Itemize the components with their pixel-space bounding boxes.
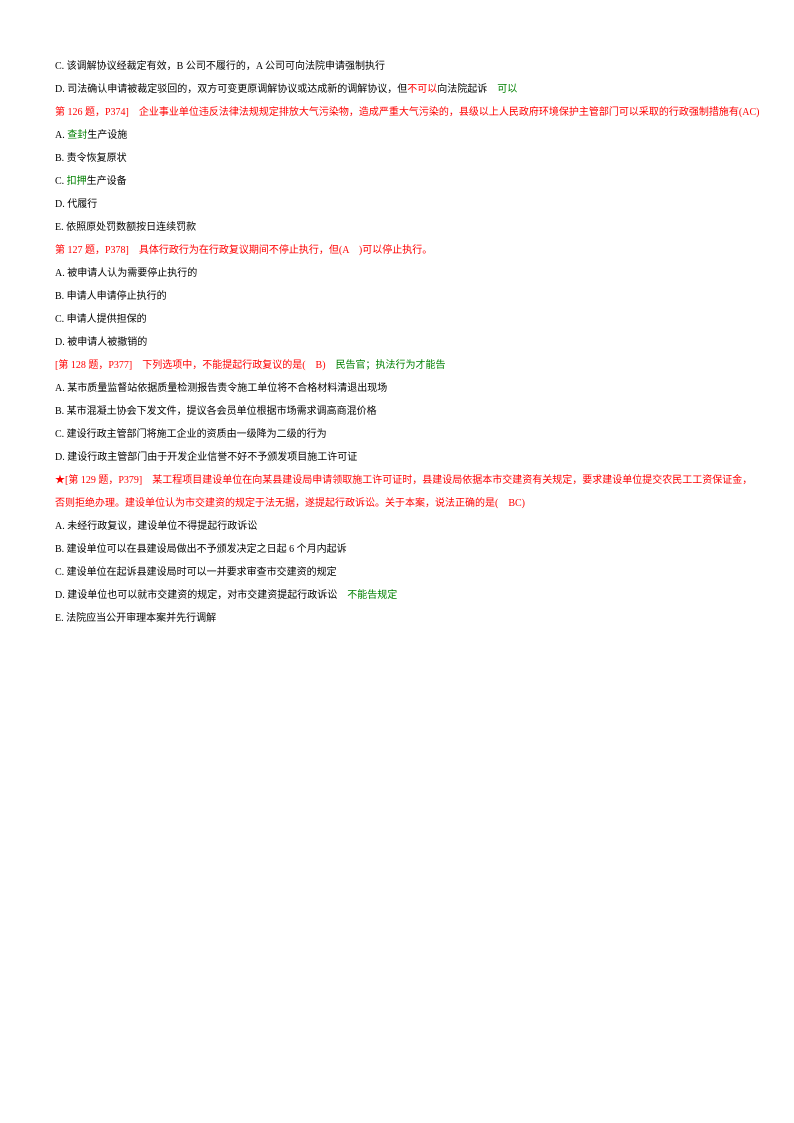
text-span: D. 建设单位也可以就市交建资的规定，对市交建资提起行政诉讼 <box>55 590 347 601</box>
text-span: 可以 <box>497 84 517 95</box>
text-span: 第 127 题，P378] 具体行政行为在行政复议期间不停止执行，但(A )可以… <box>55 245 432 256</box>
text-span: 民告官；执法行为才能告 <box>336 360 446 371</box>
text-line: D. 司法确认申请被裁定驳回的，双方可变更原调解协议或达成新的调解协议，但不可以… <box>55 78 739 101</box>
text-span: C. 建设行政主管部门将施工企业的资质由一级降为二级的行为 <box>55 429 327 440</box>
text-line: B. 申请人申请停止执行的 <box>55 285 739 308</box>
text-span: C. <box>55 176 67 187</box>
text-line: C. 该调解协议经裁定有效，B 公司不履行的，A 公司可向法院申请强制执行 <box>55 55 739 78</box>
text-span: B. 某市混凝土协会下发文件，提议各会员单位根据市场需求调高商混价格 <box>55 406 377 417</box>
text-line: C. 建设行政主管部门将施工企业的资质由一级降为二级的行为 <box>55 423 739 446</box>
text-span: E. 法院应当公开审理本案并先行调解 <box>55 613 216 624</box>
text-line: A. 被申请人认为需要停止执行的 <box>55 262 739 285</box>
text-line: 第 126 题，P374] 企业事业单位违反法律法规规定排放大气污染物，造成严重… <box>55 101 739 124</box>
text-span: 查封 <box>67 130 87 141</box>
text-span: 第 126 题，P374] 企业事业单位违反法律法规规定排放大气污染物，造成严重… <box>55 107 759 118</box>
text-line: C. 扣押生产设备 <box>55 170 739 193</box>
text-line: D. 建设单位也可以就市交建资的规定，对市交建资提起行政诉讼 不能告规定 <box>55 584 739 607</box>
text-span: ★[第 129 题，P379] 某工程项目建设单位在向某县建设局申请领取施工许可… <box>55 475 752 486</box>
text-span: 生产设施 <box>87 130 127 141</box>
text-line: [第 128 题，P377] 下列选项中，不能提起行政复议的是( B) 民告官；… <box>55 354 739 377</box>
text-span: C. 建设单位在起诉县建设局时可以一并要求审查市交建资的规定 <box>55 567 337 578</box>
text-span: D. 司法确认申请被裁定驳回的，双方可变更原调解协议或达成新的调解协议，但 <box>55 84 407 95</box>
text-span: [第 128 题，P377] 下列选项中，不能提起行政复议的是( B) <box>55 360 336 371</box>
text-line: 否则拒绝办理。建设单位认为市交建资的规定于法无据，遂提起行政诉讼。关于本案，说法… <box>55 492 739 515</box>
text-span: 否则拒绝办理。建设单位认为市交建资的规定于法无据，遂提起行政诉讼。关于本案，说法… <box>55 498 525 509</box>
text-span: A. <box>55 130 67 141</box>
text-span: B. 申请人申请停止执行的 <box>55 291 167 302</box>
text-span: B. 建设单位可以在县建设局做出不予颁发决定之日起 6 个月内起诉 <box>55 544 347 555</box>
text-span: C. 申请人提供担保的 <box>55 314 147 325</box>
text-span: 向法院起诉 <box>437 84 497 95</box>
text-line: C. 建设单位在起诉县建设局时可以一并要求审查市交建资的规定 <box>55 561 739 584</box>
text-line: A. 未经行政复议，建设单位不得提起行政诉讼 <box>55 515 739 538</box>
text-span: 不可以 <box>407 84 437 95</box>
text-line: D. 代履行 <box>55 193 739 216</box>
text-span: 生产设备 <box>87 176 127 187</box>
text-line: A. 查封生产设施 <box>55 124 739 147</box>
text-line: B. 建设单位可以在县建设局做出不予颁发决定之日起 6 个月内起诉 <box>55 538 739 561</box>
text-span: A. 被申请人认为需要停止执行的 <box>55 268 197 279</box>
text-line: A. 某市质量监督站依据质量检测报告责令施工单位将不合格材料清退出现场 <box>55 377 739 400</box>
text-span: D. 被申请人被撤销的 <box>55 337 147 348</box>
text-line: E. 依照原处罚数额按日连续罚款 <box>55 216 739 239</box>
text-span: D. 代履行 <box>55 199 97 210</box>
text-span: E. 依照原处罚数额按日连续罚款 <box>55 222 196 233</box>
text-line: E. 法院应当公开审理本案并先行调解 <box>55 607 739 630</box>
text-line: B. 某市混凝土协会下发文件，提议各会员单位根据市场需求调高商混价格 <box>55 400 739 423</box>
text-span: 不能告规定 <box>347 590 397 601</box>
text-span: B. 责令恢复原状 <box>55 153 127 164</box>
text-span: D. 建设行政主管部门由于开发企业信誉不好不予颁发项目施工许可证 <box>55 452 357 463</box>
text-span: A. 未经行政复议，建设单位不得提起行政诉讼 <box>55 521 257 532</box>
text-span: A. 某市质量监督站依据质量检测报告责令施工单位将不合格材料清退出现场 <box>55 383 387 394</box>
text-span: C. 该调解协议经裁定有效，B 公司不履行的，A 公司可向法院申请强制执行 <box>55 61 385 72</box>
text-line: ★[第 129 题，P379] 某工程项目建设单位在向某县建设局申请领取施工许可… <box>55 469 739 492</box>
text-line: D. 建设行政主管部门由于开发企业信誉不好不予颁发项目施工许可证 <box>55 446 739 469</box>
text-line: 第 127 题，P378] 具体行政行为在行政复议期间不停止执行，但(A )可以… <box>55 239 739 262</box>
text-line: C. 申请人提供担保的 <box>55 308 739 331</box>
text-span: 扣押 <box>67 176 87 187</box>
text-line: D. 被申请人被撤销的 <box>55 331 739 354</box>
text-line: B. 责令恢复原状 <box>55 147 739 170</box>
